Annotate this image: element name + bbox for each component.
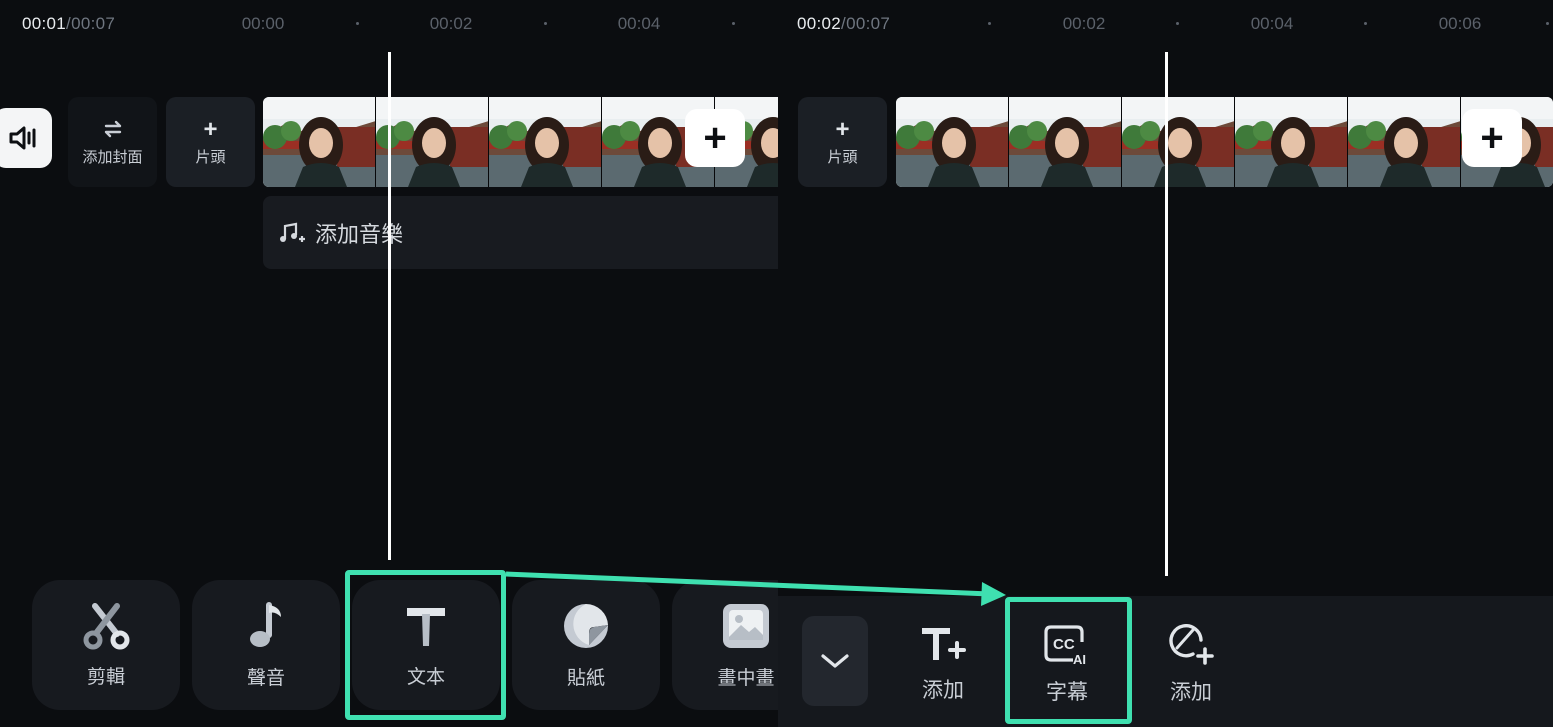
stage: 00:01/00:07 00:00 00:02 00:04 添加封面 + 片頭	[0, 0, 1553, 727]
annotation-arrow	[505, 571, 1006, 606]
